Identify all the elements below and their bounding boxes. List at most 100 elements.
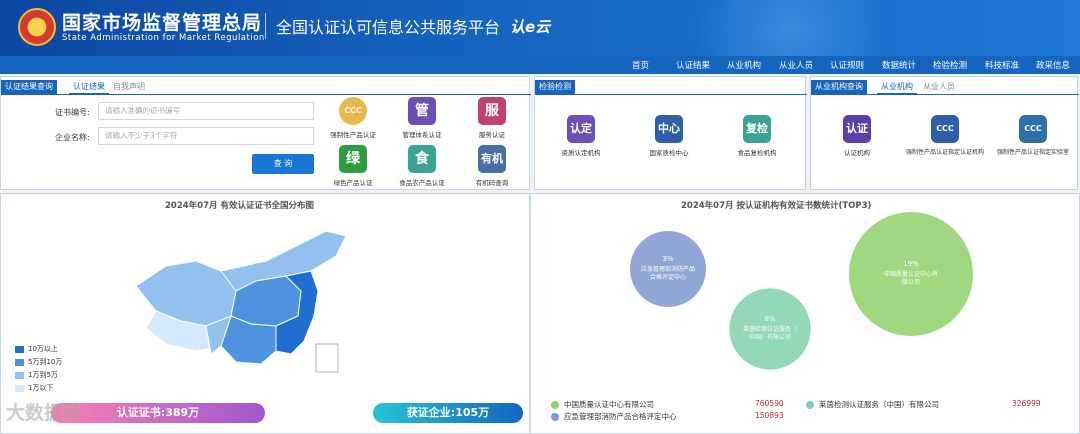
qualification-label: 资质认定机构 <box>561 149 601 157</box>
cert-no-input[interactable]: 请输入准确的证书编号 <box>98 102 314 120</box>
cert-org-label: 认证机构 <box>844 149 870 157</box>
cert-org-card[interactable]: 认证 认证机构 <box>815 115 899 157</box>
organic-query-card[interactable]: 有机 有机码查询 <box>450 145 534 187</box>
bubble-title: 2024年07月 按认证机构有效证书数统计(TOP3) <box>681 201 872 211</box>
center-label: 国家质检中心 <box>649 149 689 157</box>
legend-item-3: 1万到5万 <box>15 370 58 380</box>
qualification-icon: 认定 <box>567 115 595 143</box>
recheck-icon: 复检 <box>743 115 771 143</box>
query-button[interactable]: 查 询 <box>252 154 314 174</box>
nav-item-procurement[interactable]: 政采信息 <box>1036 59 1070 71</box>
cert-query-panel: 认证结果查询 认证结果 自我声明 证书编号: 请输入准确的证书编号 企业名称: … <box>0 76 531 190</box>
ccc-designated-card[interactable]: CCC 强制性产品认证指定认证机构 <box>903 115 987 156</box>
legend-swatch <box>15 345 24 353</box>
org-name-cn: 国家市场监督管理总局 <box>62 12 263 34</box>
tab-org-query[interactable]: 从业机构查询 <box>811 80 867 94</box>
logo-text: 认e云 <box>510 18 551 36</box>
tab-cert-results[interactable]: 认证结果 <box>69 80 109 94</box>
cert-org-icon: 认证 <box>843 115 871 143</box>
ccc-icon: CCC <box>339 97 367 125</box>
enterprise-total-badge: 获证企业:105万 <box>373 403 523 423</box>
organic-label: 有机码查询 <box>475 179 509 187</box>
nav-item-rules[interactable]: 认证规则 <box>830 59 864 71</box>
tab-underline <box>535 94 807 95</box>
food-icon: 食 <box>408 145 436 173</box>
bubble-legend-item-2: 应急管理部消防产品合格评定中心 <box>551 411 677 422</box>
legend-swatch <box>15 384 24 392</box>
bubble-legend-value-3: 326999 <box>1012 399 1041 408</box>
company-input[interactable]: 请输入不少于3个字符 <box>98 127 314 145</box>
tab-testing[interactable]: 检验检测 <box>535 80 575 94</box>
center-icon: 中心 <box>655 115 683 143</box>
main-nav: 首页 认证结果 从业机构 从业人员 认证规则 数据统计 检验检测 科技标准 政采… <box>0 56 1080 74</box>
ccc-lab-card[interactable]: CCC 强制性产品认证指定实验室 <box>991 115 1075 156</box>
bubble-percent-1: 19% <box>903 260 919 268</box>
legend-label: 应急管理部消防产品合格评定中心 <box>564 412 677 421</box>
legend-item-4: 1万以下 <box>15 383 53 393</box>
legend-dot <box>806 401 814 409</box>
legend-label: 1万到5万 <box>28 371 58 379</box>
bubble-percent-3: 8% <box>764 315 775 323</box>
tab-self-declare[interactable]: 自我声明 <box>109 80 149 94</box>
nav-item-cert-results[interactable]: 认证结果 <box>676 59 710 71</box>
tab-underline <box>1 94 531 95</box>
legend-dot <box>551 401 559 409</box>
tab-orgs[interactable]: 从业机构 <box>877 80 917 94</box>
legend-swatch <box>15 358 24 366</box>
service-label: 服务认证 <box>479 131 505 139</box>
green-icon: 绿 <box>339 145 367 173</box>
platform-title: 全国认证认可信息公共服务平台 <box>276 18 501 37</box>
nav-item-home[interactable]: 首页 <box>632 59 649 71</box>
nav-item-statistics[interactable]: 数据统计 <box>882 59 916 71</box>
nav-item-testing[interactable]: 检验检测 <box>933 59 967 71</box>
ccc-designated-icon: CCC <box>931 115 959 143</box>
recheck-card[interactable]: 复检 食品复检机构 <box>715 115 799 157</box>
organic-icon: 有机 <box>478 145 506 173</box>
legend-item-1: 10万以上 <box>15 344 58 354</box>
national-center-card[interactable]: 中心 国家质检中心 <box>627 115 711 157</box>
map-title: 2024年07月 有效认证证书全国分布图 <box>165 201 314 211</box>
org-query-panel: 从业机构查询 从业机构 从业人员 认证 认证机构 CCC 强制性产品认证指定认证… <box>810 76 1079 190</box>
header-banner: ☆ 国家市场监督管理总局 State Administration for Ma… <box>0 0 1080 56</box>
bubble-label-line2-3: 中国）有限公司 <box>749 333 791 341</box>
legend-swatch <box>15 371 24 379</box>
bubble-legend-item-1: 中国质量认证中心有限公司 <box>551 399 654 410</box>
ccc-designated-label: 强制性产品认证指定认证机构 <box>905 149 984 156</box>
ccc-lab-label: 强制性产品认证指定实验室 <box>996 149 1069 156</box>
bubble-percent-2: 3% <box>662 255 673 263</box>
service-icon: 服 <box>478 97 506 125</box>
cert-no-label: 证书编号: <box>55 108 90 117</box>
bubble-label-2: 应急管理部消防产品 <box>641 265 695 273</box>
testing-panel: 检验检测 认定 资质认定机构 中心 国家质检中心 复检 食品复检机构 <box>534 76 807 190</box>
bubble-panel: 2024年07月 按认证机构有效证书数统计(TOP3) 19% 中国质量认证中心有… <box>530 193 1080 434</box>
national-emblem-icon: ☆ <box>18 8 56 46</box>
legend-label: 莱茵检测认证服务（中国）有限公司 <box>819 400 939 409</box>
nav-item-personnel[interactable]: 从业人员 <box>779 59 813 71</box>
company-label: 企业名称: <box>55 133 90 142</box>
legend-dot <box>551 413 559 421</box>
org-name-en: State Administration for Market Regulati… <box>62 33 265 43</box>
map-inset-south-sea <box>315 343 339 373</box>
legend-label: 1万以下 <box>28 384 54 392</box>
ccc-lab-icon: CCC <box>1019 115 1047 143</box>
bubble-legend-item-3: 莱茵检测认证服务（中国）有限公司 <box>806 399 939 410</box>
legend-label: 中国质量认证中心有限公司 <box>564 400 654 409</box>
nav-item-orgs[interactable]: 从业机构 <box>727 59 761 71</box>
nav-item-standards[interactable]: 科技标准 <box>985 59 1019 71</box>
recheck-label: 食品复检机构 <box>737 149 777 157</box>
qualification-card[interactable]: 认定 资质认定机构 <box>539 115 623 157</box>
legend-label: 5万到10万 <box>28 358 63 366</box>
watermark-text: 大数据猿 <box>6 402 83 424</box>
header-divider <box>265 13 266 39</box>
bubble-legend-value-2: 150893 <box>755 411 784 420</box>
legend-label: 10万以上 <box>28 345 58 353</box>
bubble-label-line2-1: 限公司 <box>902 278 920 286</box>
tab-cert-query[interactable]: 认证结果查询 <box>1 80 57 94</box>
bubble-legend-value-1: 760590 <box>755 399 784 408</box>
bubble-label-line2-2: 合格评定中心 <box>650 273 686 281</box>
tab-underline <box>811 94 1079 95</box>
legend-item-2: 5万到10万 <box>15 357 62 367</box>
tab-personnel[interactable]: 从业人员 <box>919 80 959 94</box>
bubble-chart: 19% 中国质量认证中心有限公司 3% 应急管理部消防产品合格评定中心 8% 莱茵检测认证… <box>630 212 973 370</box>
service-cert-card[interactable]: 服 服务认证 <box>450 97 534 139</box>
